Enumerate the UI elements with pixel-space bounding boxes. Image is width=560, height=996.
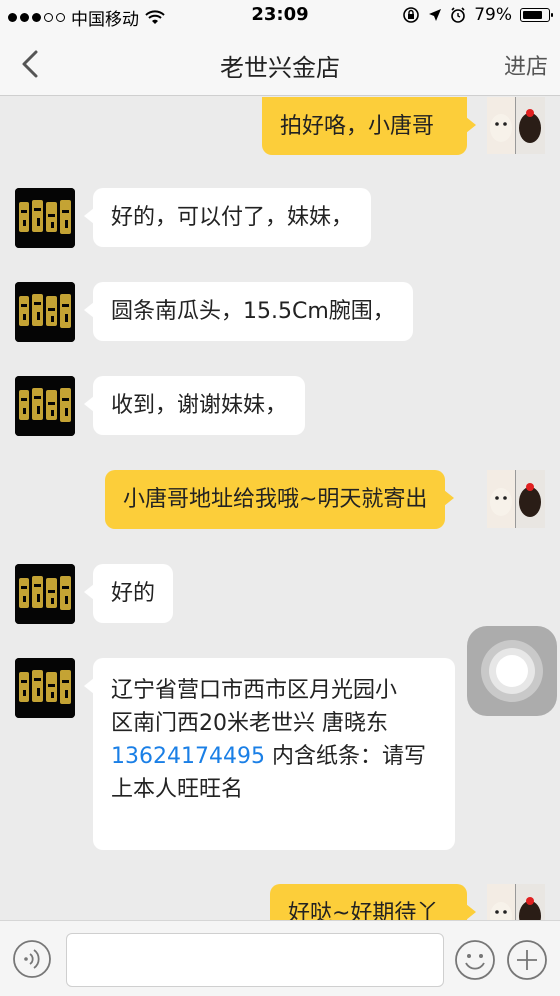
address-line: 区南门西20米老世兴 唐晓东 [111, 711, 388, 736]
message-bubble-incoming-address[interactable]: 辽宁省营口市西市区月光园小 区南门西20米老世兴 唐晓东 13624174495… [84, 658, 455, 850]
message-text: 收到，谢谢妹妹， [111, 393, 288, 418]
shop-avatar[interactable] [15, 658, 75, 718]
nav-bar: 老世兴金店 进店 [0, 32, 560, 96]
address-line: 13624174495 内含纸条：请写 [111, 740, 437, 773]
input-bar [0, 920, 560, 996]
status-right: 79% [402, 5, 553, 25]
user-avatar[interactable] [487, 470, 545, 528]
message-bubble-incoming[interactable]: 好的，可以付了，妹妹， [83, 188, 372, 247]
shop-avatar[interactable] [15, 282, 75, 342]
orientation-lock-icon [403, 7, 420, 23]
message-bubble-outgoing[interactable]: 拍好咯，小唐哥 [262, 97, 476, 155]
message-text: 拍好咯，小唐哥 [280, 114, 435, 139]
message-text: 圆条南瓜头，15.5Cm腕围， [111, 299, 395, 324]
user-avatar[interactable] [487, 97, 545, 154]
shop-avatar[interactable] [15, 564, 75, 624]
alarm-icon [451, 7, 466, 23]
battery-icon [520, 8, 553, 22]
emoji-button[interactable] [454, 939, 496, 981]
message-bubble-incoming[interactable]: 收到，谢谢妹妹， [83, 376, 306, 435]
more-button[interactable] [506, 939, 548, 981]
phone-number-link[interactable]: 13624174495 [111, 744, 265, 769]
plus-icon [507, 940, 547, 980]
message-text: 好的 [111, 581, 156, 606]
address-line: 上本人旺旺名 [111, 777, 244, 802]
emoji-icon [455, 940, 495, 980]
enter-shop-button[interactable]: 进店 [504, 49, 548, 81]
shop-avatar[interactable] [15, 376, 75, 436]
voice-button[interactable] [12, 939, 52, 979]
status-bar: 中国移动 23:09 79% [0, 0, 560, 32]
message-bubble-incoming[interactable]: 好的 [83, 564, 174, 623]
message-text: 好的，可以付了，妹妹， [111, 205, 354, 230]
shop-avatar[interactable] [15, 188, 75, 248]
chat-title: 老世兴金店 [220, 54, 340, 82]
message-bubble-incoming[interactable]: 圆条南瓜头，15.5Cm腕围， [84, 282, 413, 341]
message-bubble-outgoing[interactable]: 小唐哥地址给我哦~明天就寄出 [105, 470, 455, 529]
address-line: 辽宁省营口市西市区月光园小 [111, 678, 398, 703]
user-avatar[interactable] [487, 884, 545, 920]
location-icon [429, 9, 442, 21]
battery-percent: 79% [474, 5, 512, 25]
message-text: 小唐哥地址给我哦~明天就寄出 [123, 487, 428, 512]
message-text: 好哒~好期待丫 [288, 901, 439, 920]
message-bubble-outgoing[interactable]: 好哒~好期待丫 [270, 884, 476, 920]
message-input[interactable] [66, 933, 444, 987]
chat-screen: 中国移动 23:09 79% 老世兴金店 进店 拍好咯，小唐哥 好的，可以付了，… [0, 0, 560, 996]
message-list[interactable]: 拍好咯，小唐哥 好的，可以付了，妹妹， 圆条南瓜头，15.5Cm腕围， 收到，谢… [0, 97, 560, 920]
voice-icon [13, 940, 51, 978]
address-note: 内含纸条：请写 [264, 744, 426, 769]
assistive-touch-button[interactable] [467, 626, 557, 716]
